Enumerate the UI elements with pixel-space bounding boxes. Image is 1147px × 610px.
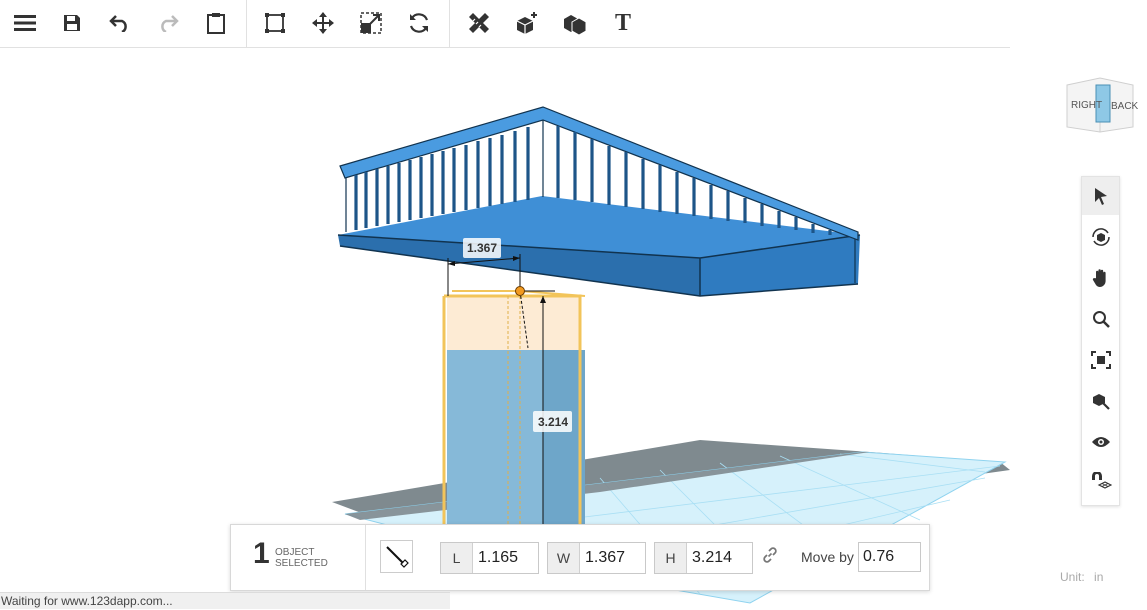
height-label: H [655, 543, 687, 573]
height-field[interactable]: H 3.214 [654, 542, 753, 574]
snap-to-grid-button[interactable] [380, 540, 413, 573]
length-value[interactable]: 1.165 [473, 543, 538, 573]
fit-view-icon[interactable] [1082, 341, 1119, 379]
zoom-selected-icon[interactable] [1082, 382, 1119, 420]
3d-viewport[interactable]: 1.367 3.214 RIGHT BACK 1 OBJECT SELECTED… [0, 48, 1147, 609]
move-icon[interactable] [303, 4, 343, 42]
save-icon[interactable] [52, 4, 92, 42]
width-value[interactable]: 1.367 [580, 543, 645, 573]
height-value[interactable]: 3.214 [687, 543, 752, 573]
dim-width-label[interactable]: 1.367 [467, 241, 497, 255]
selection-properties-bar: 1 OBJECT SELECTED L 1.165 W 1.367 H 3.21… [230, 524, 930, 591]
scale-icon[interactable] [351, 4, 391, 42]
menu-icon[interactable] [5, 4, 45, 42]
selected-label-line2: SELECTED [275, 558, 328, 569]
zoom-icon[interactable] [1082, 300, 1119, 338]
browser-status-bar: Waiting for www.123dapp.com... [0, 592, 450, 609]
select-icon[interactable] [1082, 177, 1119, 215]
text-icon[interactable]: T [603, 4, 643, 42]
toolbar-divider [246, 0, 247, 47]
viewcube-back-label[interactable]: BACK [1111, 101, 1138, 112]
view-cube[interactable]: RIGHT BACK [1066, 77, 1138, 133]
viewcube-right-label[interactable]: RIGHT [1071, 100, 1102, 111]
undo-icon[interactable] [100, 4, 140, 42]
selected-pillar[interactable] [442, 290, 586, 530]
visibility-icon[interactable] [1082, 423, 1119, 461]
move-by-input[interactable]: 0.76 [858, 542, 921, 572]
selected-count: 1 [253, 537, 270, 570]
bottom-bar-divider [365, 525, 366, 590]
snap-icon [386, 546, 409, 568]
text-tool-label: T [614, 9, 631, 36]
move-by-label: Move by [801, 549, 854, 565]
bridge-model[interactable] [337, 106, 861, 297]
orbit-icon[interactable] [1082, 218, 1119, 256]
selected-label-line1: OBJECT [275, 547, 315, 558]
width-label: W [548, 543, 580, 573]
paste-icon[interactable] [196, 4, 236, 42]
add-primitive-icon[interactable] [507, 4, 547, 42]
link-proportions-icon[interactable] [762, 547, 778, 568]
length-field[interactable]: L 1.165 [440, 542, 539, 574]
units-indicator: Unit: in [1060, 570, 1103, 584]
rotate-icon[interactable] [399, 4, 439, 42]
group-icon[interactable] [555, 4, 595, 42]
bounding-box-icon[interactable] [255, 4, 295, 42]
length-label: L [441, 543, 473, 573]
view-tools-panel [1081, 176, 1120, 506]
measure-icon[interactable] [459, 4, 499, 42]
pan-icon[interactable] [1082, 259, 1119, 297]
units-label: Unit: [1060, 570, 1085, 584]
redo-icon[interactable] [148, 4, 188, 42]
main-toolbar: T [0, 0, 1010, 48]
selected-label: OBJECT SELECTED [275, 547, 355, 569]
toolbar-divider [449, 0, 450, 47]
dim-height-label[interactable]: 3.214 [538, 415, 568, 429]
snap-magnet-icon[interactable] [1082, 464, 1119, 502]
units-value[interactable]: in [1094, 570, 1103, 584]
width-field[interactable]: W 1.367 [547, 542, 646, 574]
